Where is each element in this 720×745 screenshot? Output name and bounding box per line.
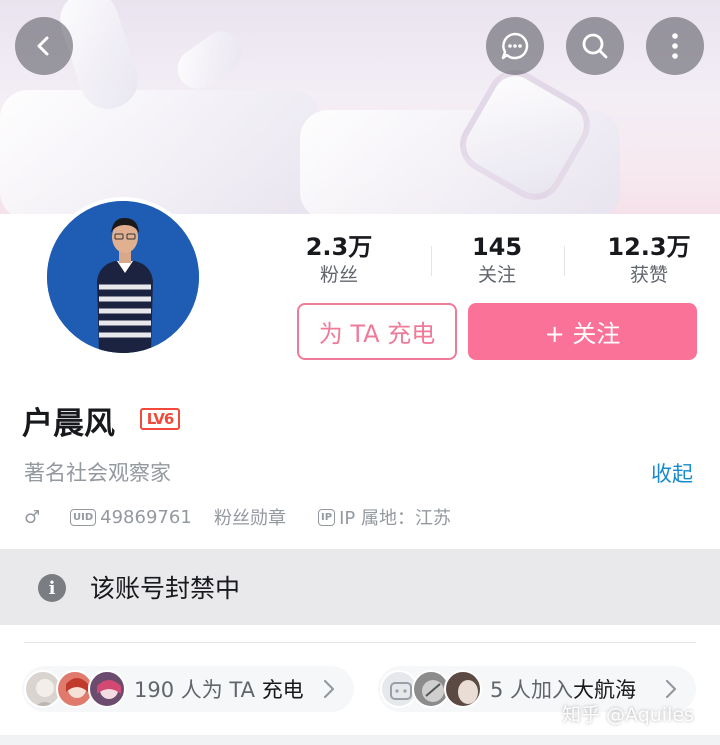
ip-location: IP IP 属地：江苏 xyxy=(318,504,451,530)
uid-badge-icon: UID xyxy=(70,508,97,526)
message-icon xyxy=(501,32,529,60)
followers-count: 2.3万 xyxy=(305,233,373,261)
level-badge: LV6 xyxy=(140,408,180,430)
fan-medal-link[interactable]: 粉丝勋章 xyxy=(214,504,286,530)
more-button[interactable] xyxy=(646,17,704,75)
likes-label: 获赞 xyxy=(629,264,668,286)
search-icon xyxy=(582,33,608,59)
likes-count: 12.3万 xyxy=(607,233,691,261)
chevron-right-icon xyxy=(665,679,677,699)
voyage-count: 5 人加入 xyxy=(490,678,574,702)
ip-location-text: IP 属地：江苏 xyxy=(339,508,451,529)
following-count: 145 xyxy=(471,233,523,261)
avatar[interactable] xyxy=(43,197,203,357)
back-button[interactable] xyxy=(15,17,73,75)
supporter-avatars xyxy=(24,670,126,708)
follow-button[interactable]: + 关注 xyxy=(468,303,697,360)
banned-notice-text: 该账号封禁中 xyxy=(90,574,241,603)
charge-supporters-entry[interactable]: 190 人为 TA 充电 xyxy=(22,666,354,712)
user-name: 户晨风 xyxy=(22,406,115,442)
search-button[interactable] xyxy=(566,17,624,75)
voyage-avatar xyxy=(444,670,482,708)
divider xyxy=(24,642,696,643)
info-icon: i xyxy=(38,574,66,602)
section-separator xyxy=(0,735,720,745)
voyage-action: 大航海 xyxy=(573,678,637,702)
stat-followers[interactable]: 2.3万 粉丝 xyxy=(280,232,398,288)
stat-likes[interactable]: 12.3万 获赞 xyxy=(590,232,708,288)
stat-divider xyxy=(564,246,565,276)
banner-decor xyxy=(0,90,320,214)
gender-icon: ♂ xyxy=(24,506,41,528)
charge-count: 190 人为 TA xyxy=(134,678,255,702)
collapse-link[interactable]: 收起 xyxy=(651,458,693,488)
message-button[interactable] xyxy=(486,17,544,75)
voyage-avatars xyxy=(380,670,482,708)
chevron-right-icon xyxy=(323,679,335,699)
supporter-avatar xyxy=(88,670,126,708)
charge-button[interactable]: 为 TA 充电 xyxy=(297,303,457,360)
followers-label: 粉丝 xyxy=(319,264,358,286)
charge-action: 充电 xyxy=(261,678,304,702)
stat-divider xyxy=(431,246,432,276)
profile-stats: 2.3万 粉丝 145 关注 12.3万 获赞 xyxy=(280,232,720,292)
uid-info: UID 49869761 xyxy=(70,504,192,530)
more-vertical-icon xyxy=(672,33,678,59)
watermark: 知乎 @Aquiles xyxy=(562,704,694,726)
stat-following[interactable]: 145 关注 xyxy=(440,232,554,288)
charge-supporters-text: 190 人为 TA 充电 xyxy=(134,674,304,704)
user-signature: 著名社会观察家 xyxy=(24,461,171,485)
ip-badge-icon: IP xyxy=(318,508,336,526)
uid-value: 49869761 xyxy=(100,506,192,528)
chevron-left-icon xyxy=(37,36,49,56)
avatar-photo xyxy=(47,201,199,353)
following-label: 关注 xyxy=(477,264,516,286)
profile-page: 2.3万 粉丝 145 关注 12.3万 获赞 为 TA 充电 + 关注 户晨风… xyxy=(0,0,720,745)
banner-decor xyxy=(169,23,251,97)
